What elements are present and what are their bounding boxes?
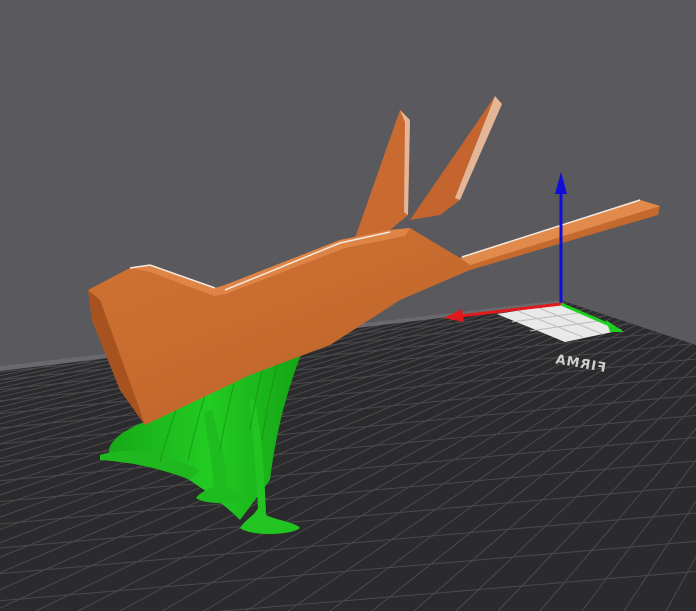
scene-canvas[interactable]: FIRMA [0,0,696,611]
3d-viewport[interactable]: FIRMA [0,0,696,611]
